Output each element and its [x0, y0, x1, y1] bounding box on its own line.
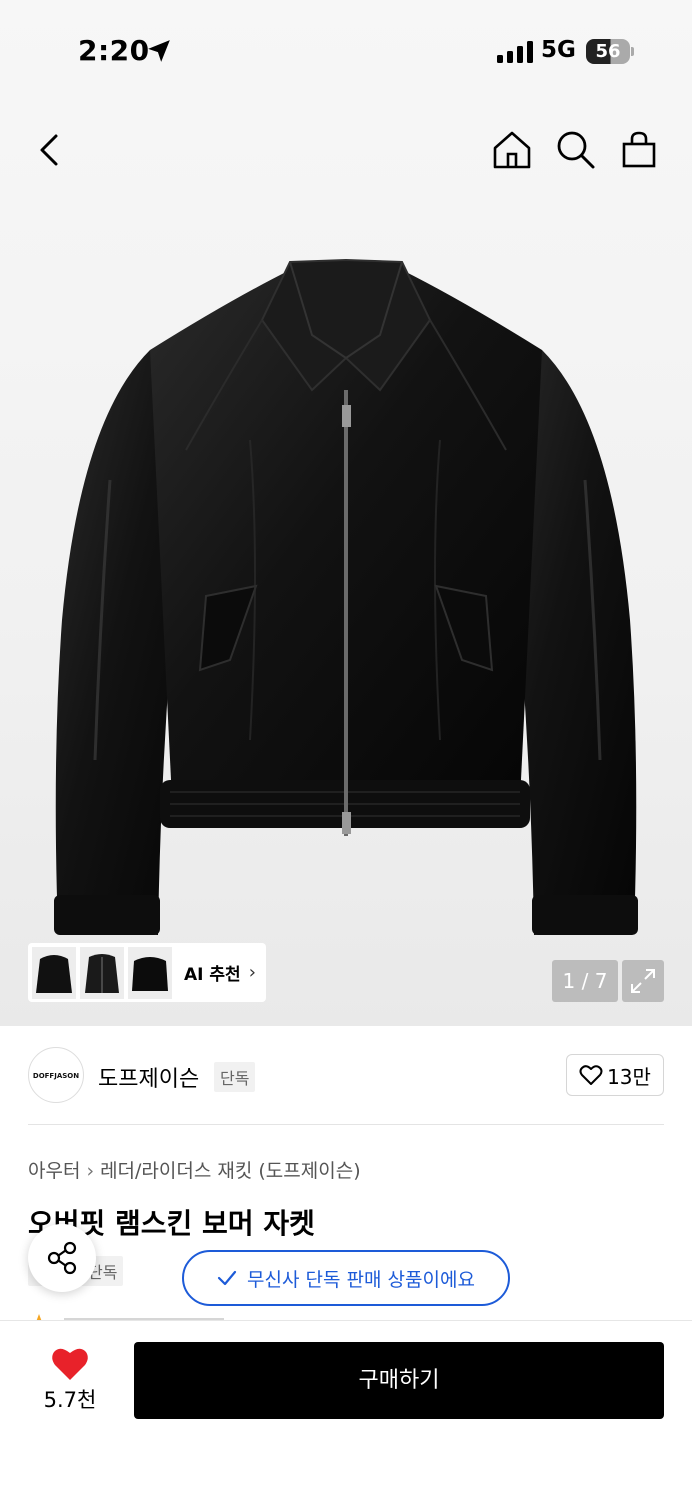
chevron-left-icon[interactable] — [28, 128, 72, 172]
share-icon — [47, 1241, 77, 1275]
brand-like-button[interactable]: 13만 — [566, 1054, 664, 1096]
check-icon — [217, 1270, 237, 1286]
breadcrumb: 아우터 › 레더/라이더스 재킷 (도프제이슨) — [28, 1156, 361, 1183]
brand-logo[interactable]: DOFFJASON — [28, 1047, 84, 1103]
recommendation-thumbnail[interactable] — [32, 946, 76, 999]
network-type: 5G — [541, 37, 576, 63]
expand-icon[interactable] — [622, 960, 664, 1002]
product-image-gallery[interactable]: 2:20 5G 56 AI 추천 › 1 / 7 — [0, 0, 692, 1026]
cellular-signal-icon — [497, 41, 533, 63]
battery-tip — [631, 47, 634, 56]
heart-filled-icon[interactable] — [50, 1344, 90, 1382]
product-image — [54, 258, 638, 935]
exclusive-badge: 단독 — [214, 1062, 256, 1092]
divider — [28, 1124, 664, 1125]
ai-recommendation-label: AI 추천 — [184, 965, 241, 985]
brand-like-count: 13만 — [607, 1064, 651, 1089]
location-arrow-icon — [148, 40, 170, 62]
breadcrumb-subcategory[interactable]: 레더/라이더스 재킷 (도프제이슨) — [100, 1160, 361, 1182]
search-icon[interactable] — [553, 128, 597, 172]
recommendation-thumbnail[interactable] — [80, 946, 124, 999]
heart-outline-icon — [579, 1065, 603, 1085]
image-counter: 1 / 7 — [552, 960, 618, 1002]
status-bar: 2:20 5G 56 — [0, 0, 692, 100]
chevron-right-icon: › — [248, 962, 256, 983]
brand-name[interactable]: 도프제이슨 — [98, 1061, 199, 1093]
exclusive-notice-text: 무신사 단독 판매 상품이에요 — [247, 1268, 475, 1291]
ai-recommendation-strip[interactable]: AI 추천 › — [28, 943, 266, 1002]
shopping-bag-icon[interactable] — [617, 128, 661, 172]
battery-level: 56 — [586, 39, 630, 64]
wishlist-count: 5.7천 — [43, 1388, 97, 1412]
home-icon[interactable] — [490, 128, 534, 172]
recommendation-thumbnail[interactable] — [128, 946, 172, 999]
chevron-right-icon: › — [86, 1160, 95, 1182]
breadcrumb-category[interactable]: 아우터 — [28, 1160, 80, 1182]
buy-button[interactable]: 구매하기 — [134, 1342, 664, 1419]
exclusive-notice: 무신사 단독 판매 상품이에요 — [182, 1250, 510, 1306]
share-button[interactable] — [28, 1224, 96, 1292]
status-time: 2:20 — [78, 34, 150, 67]
